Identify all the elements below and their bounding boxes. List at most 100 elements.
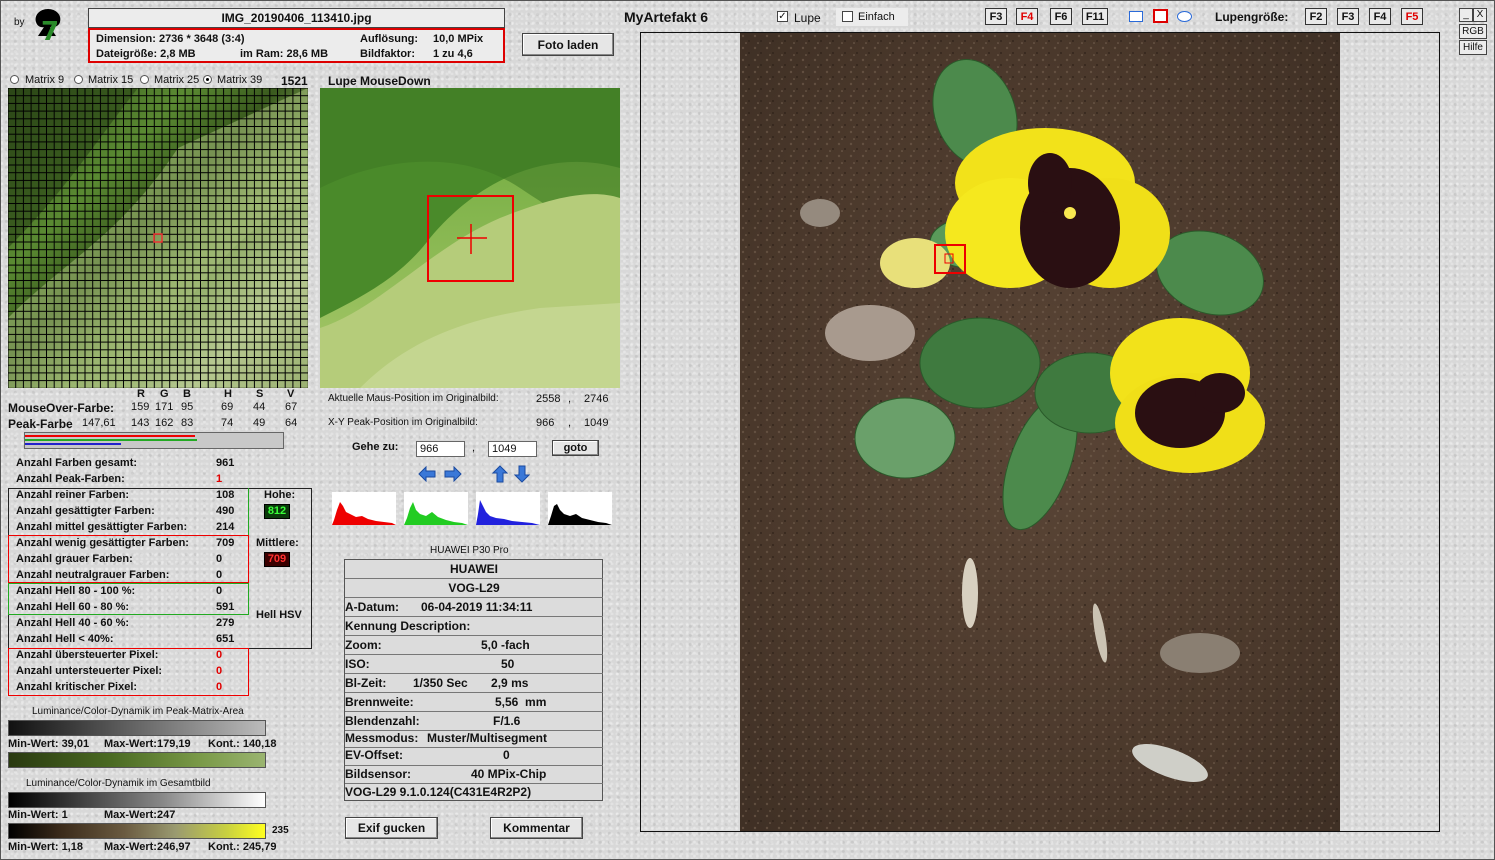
mouseover-b: 95 (181, 401, 194, 413)
dimension-text: Dimension: 2736 * 3648 (3:4) (96, 33, 245, 45)
stat-label: Anzahl untersteuerter Pixel: (16, 665, 163, 677)
arrow-left-icon[interactable] (418, 466, 436, 482)
col-v-header: V (287, 388, 295, 400)
lupe-label: Lupe (794, 11, 821, 25)
color-matrix-grid[interactable] (8, 88, 308, 388)
einfach-checkbox[interactable] (842, 11, 853, 22)
peak-min: Min-Wert: 39,01 (8, 738, 90, 750)
peak-color-gradient (8, 752, 266, 768)
exif-row: Zoom: 5,0 -fach (345, 636, 603, 655)
exif-model-row: VOG-L29 (345, 579, 603, 598)
exif-row: Bl-Zeit: 1/350 Sec 2,9 ms (345, 674, 603, 693)
stat-label: Anzahl Hell 60 - 80 %: (16, 601, 130, 613)
ram-text: im Ram: 28,6 MB (240, 48, 329, 60)
stat-value: 0 (216, 665, 223, 677)
peak-r: 143 (131, 417, 150, 429)
stat-label: Anzahl neutralgrauer Farben: (16, 569, 170, 581)
rgb-bar-red (25, 435, 195, 437)
stat-label: Anzahl übersteuerter Pixel: (16, 649, 159, 661)
exif-button[interactable]: Exif gucken (345, 817, 438, 839)
logo-icon: 7 (35, 9, 61, 44)
current-pos-y: 2746 (584, 393, 609, 405)
stat-label: Anzahl Hell 40 - 60 %: (16, 617, 130, 629)
filesize-text: Dateigröße: 2,8 MB (96, 48, 196, 60)
lupe-view[interactable] (320, 88, 620, 388)
matrix39-radio[interactable] (203, 75, 212, 84)
stat-value: 214 (216, 521, 235, 533)
close-button[interactable]: X (1473, 8, 1487, 22)
comment-button[interactable]: Kommentar (490, 817, 583, 839)
total-dynamics-title: Luminance/Color-Dynamik im Gesamtbild (26, 778, 211, 789)
lupe-f4-key[interactable]: F4 (1369, 8, 1391, 25)
f4-key[interactable]: F4 (1016, 8, 1038, 25)
peak-kont: Kont.: 140,18 (208, 738, 277, 750)
col-r-header: R (137, 388, 145, 400)
resolution-value: 10,0 MPix (433, 33, 484, 45)
stats-green-divider (248, 488, 249, 535)
peak-pos-label: X-Y Peak-Position im Originalbild: (328, 417, 478, 428)
stat-label: Anzahl Peak-Farben: (16, 473, 125, 485)
minimize-button[interactable]: _ (1459, 8, 1473, 22)
total-min: Min-Wert: 1 (8, 809, 68, 821)
rgb-bar-blue (25, 443, 121, 445)
square-red-shape-icon[interactable] (1153, 9, 1168, 23)
goto-y-input[interactable]: 1049 (488, 441, 537, 457)
exif-label: Bildsensor: (345, 767, 412, 781)
arrow-down-icon[interactable] (514, 465, 530, 483)
stat-label: Anzahl Hell < 40%: (16, 633, 114, 645)
peak-s: 49 (253, 417, 266, 429)
histogram-green (404, 492, 468, 525)
matrix15-radio[interactable] (74, 75, 83, 84)
exif-value: 40 MPix-Chip (471, 767, 547, 781)
arrow-right-icon[interactable] (444, 466, 462, 482)
goto-button[interactable]: goto (552, 440, 599, 456)
lupe-checkbox[interactable]: ✓ (777, 11, 788, 22)
mouseover-label: MouseOver-Farbe: (8, 401, 115, 415)
exif-row: Kennung Description: (345, 617, 603, 636)
mittlere-value: 709 (264, 552, 290, 567)
exif-row: A-Datum: 06-04-2019 11:34:11 (345, 598, 603, 617)
exif-label: Messmodus: (345, 731, 419, 745)
exif-value: 06-04-2019 11:34:11 (421, 600, 533, 614)
total-lum-gradient (8, 792, 266, 808)
stat-value: 0 (216, 585, 223, 597)
main-photo[interactable] (740, 33, 1340, 831)
exif-value: 5,0 -fach (481, 638, 530, 652)
exif-label: EV-Offset: (345, 748, 404, 762)
mittlere-label: Mittlere: (256, 537, 299, 549)
goto-label: Gehe zu: (352, 441, 399, 453)
matrix9-radio[interactable] (10, 75, 19, 84)
rgb-button[interactable]: RGB (1459, 24, 1487, 39)
factor-value: 1 zu 4,6 (433, 48, 473, 60)
exif-row: Messmodus: Muster/Multisegment (345, 731, 603, 748)
f3-key[interactable]: F3 (985, 8, 1007, 25)
lupe-f5-key[interactable]: F5 (1401, 8, 1423, 25)
exif-row: ISO: 50 (345, 655, 603, 674)
exif-label: Zoom: (345, 638, 382, 652)
load-photo-button[interactable]: Foto laden (522, 33, 614, 56)
stat-label: Anzahl Hell 80 - 100 %: (16, 585, 136, 597)
by-label: by (14, 17, 25, 28)
total-bar-value: 235 (272, 825, 289, 836)
circle-shape-icon[interactable] (1177, 11, 1192, 22)
matrix15-label: Matrix 15 (88, 74, 134, 86)
arrow-up-icon[interactable] (492, 465, 508, 483)
col-h-header: H (224, 388, 232, 400)
f11-key[interactable]: F11 (1082, 8, 1108, 25)
lupe-title: Lupe MouseDown (328, 74, 431, 88)
total-min2: Min-Wert: 1,18 (8, 841, 83, 853)
stat-value: 279 (216, 617, 235, 629)
exif-value: Muster/Multisegment (427, 731, 548, 745)
square-shape-icon[interactable] (1129, 11, 1143, 22)
hilfe-button[interactable]: Hilfe (1459, 40, 1487, 55)
lupe-f3-key[interactable]: F3 (1337, 8, 1359, 25)
exif-row: Blendenzahl: F/1.6 (345, 712, 603, 731)
matrix25-radio[interactable] (140, 75, 149, 84)
lupe-f2-key[interactable]: F2 (1305, 8, 1327, 25)
stat-value: 0 (216, 681, 223, 693)
exif-value: 50 (501, 657, 515, 671)
goto-x-input[interactable]: 966 (416, 441, 465, 457)
exif-firmware: VOG-L29 9.1.0.124(C431E4R2P2) (345, 785, 532, 799)
histogram-red (332, 492, 396, 525)
f6-key[interactable]: F6 (1050, 8, 1072, 25)
